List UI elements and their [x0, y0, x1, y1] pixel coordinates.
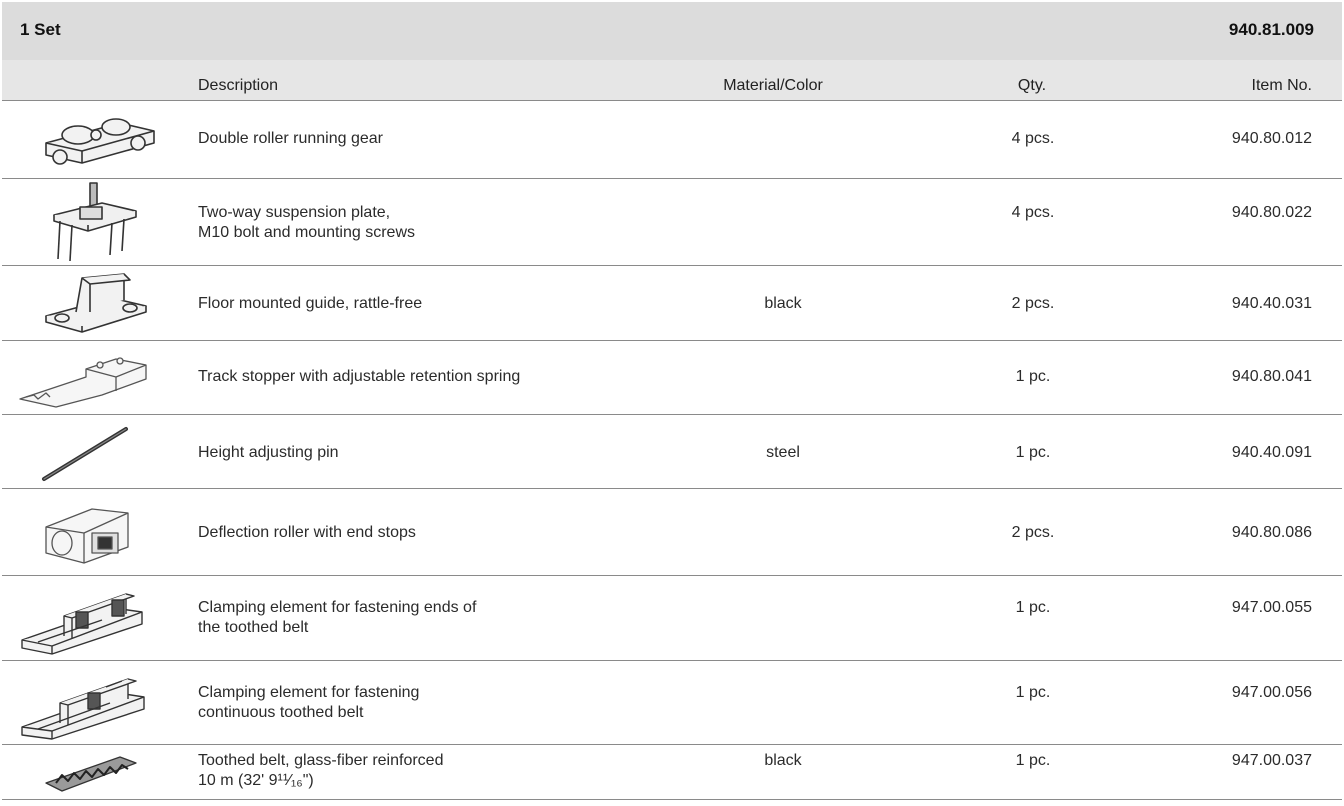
table-row: Clamping element for fastening ends of t…	[2, 576, 1342, 661]
set-title: 1 Set	[20, 20, 61, 39]
column-header-qty: Qty.	[1017, 77, 1047, 94]
description-line-2: M10 bolt and mounting screws	[198, 224, 415, 241]
description-line-1: Double roller running gear	[198, 130, 383, 147]
description-line-1: Floor mounted guide, rattle-free	[198, 295, 423, 312]
description-line-2: the toothed belt	[198, 619, 309, 636]
row-item-no: 940.80.041	[1231, 368, 1312, 385]
column-header-item-no: Item No.	[1251, 77, 1312, 94]
row-qty: 1 pc.	[1015, 752, 1051, 769]
row-material: steel	[766, 444, 800, 461]
row-description: Floor mounted guide, rattle-free	[198, 294, 668, 314]
row-description: Deflection roller with end stops	[198, 523, 668, 543]
parts-list-sheet: 1 Set 940.81.009 Description Material/Co…	[2, 2, 1342, 802]
column-header-row: Description Material/Color Qty. Item No.	[2, 60, 1342, 101]
suspension-plate-icon	[53, 182, 137, 262]
description-line-1: Two-way suspension plate,	[198, 204, 391, 221]
row-material: black	[764, 752, 802, 769]
row-qty: 2 pcs.	[1011, 524, 1055, 541]
row-item-no: 940.80.086	[1231, 524, 1312, 541]
set-number: 940.81.009	[1228, 20, 1314, 39]
row-item-no: 940.80.022	[1231, 204, 1312, 221]
description-line-1: Track stopper with adjustable retention …	[198, 368, 521, 385]
track-stopper-icon	[19, 357, 147, 408]
description-line-1: Deflection roller with end stops	[198, 524, 416, 541]
clamping-element-continuous-icon	[21, 678, 145, 740]
row-qty: 4 pcs.	[1011, 204, 1055, 221]
description-line-2: 10 m (32' 9¹¹⁄₁₆")	[198, 772, 314, 789]
description-line-1: Toothed belt, glass-fiber reinforced	[198, 752, 444, 769]
table-row: Deflection roller with end stops 2 pcs. …	[2, 489, 1342, 576]
table-row: Double roller running gear 4 pcs. 940.80…	[2, 101, 1342, 179]
row-item-no: 940.40.031	[1231, 295, 1312, 312]
row-item-no: 947.00.056	[1231, 684, 1312, 701]
row-material: black	[764, 295, 802, 312]
row-item-no: 940.80.012	[1231, 130, 1312, 147]
row-description: Track stopper with adjustable retention …	[198, 367, 668, 387]
row-qty: 1 pc.	[1015, 599, 1051, 616]
column-header-material: Material/Color	[723, 77, 823, 94]
description-line-1: Height adjusting pin	[198, 444, 339, 461]
row-description: Clamping element for fastening ends of t…	[198, 598, 668, 638]
description-line-2: continuous toothed belt	[198, 704, 364, 721]
floor-guide-icon	[45, 273, 147, 333]
row-item-no: 940.40.091	[1231, 444, 1312, 461]
description-line-1: Clamping element for fastening	[198, 684, 420, 701]
row-qty: 2 pcs.	[1011, 295, 1055, 312]
adjusting-pin-icon	[42, 427, 128, 481]
table-row: Toothed belt, glass-fiber reinforced 10 …	[2, 745, 1342, 800]
description-line-1: Clamping element for fastening ends of	[198, 599, 477, 616]
row-description: Height adjusting pin	[198, 443, 668, 463]
table-row: Height adjusting pin steel 1 pc. 940.40.…	[2, 415, 1342, 489]
row-description: Clamping element for fastening continuou…	[198, 683, 668, 723]
double-roller-running-gear-icon	[45, 118, 155, 165]
row-description: Toothed belt, glass-fiber reinforced 10 …	[198, 751, 668, 791]
row-item-no: 947.00.055	[1231, 599, 1312, 616]
row-description: Two-way suspension plate, M10 bolt and m…	[198, 203, 668, 243]
toothed-belt-icon	[45, 756, 137, 792]
set-header: 1 Set 940.81.009	[2, 2, 1342, 60]
row-item-no: 947.00.037	[1231, 752, 1312, 769]
table-row: Floor mounted guide, rattle-free black 2…	[2, 266, 1342, 341]
row-qty: 4 pcs.	[1011, 130, 1055, 147]
table-row: Two-way suspension plate, M10 bolt and m…	[2, 179, 1342, 266]
column-header-description: Description	[198, 77, 279, 94]
row-qty: 1 pc.	[1015, 444, 1051, 461]
row-qty: 1 pc.	[1015, 368, 1051, 385]
table-row: Track stopper with adjustable retention …	[2, 341, 1342, 415]
deflection-roller-icon	[45, 508, 129, 564]
clamping-element-ends-icon	[21, 593, 143, 655]
row-qty: 1 pc.	[1015, 684, 1051, 701]
table-row: Clamping element for fastening continuou…	[2, 661, 1342, 745]
row-description: Double roller running gear	[198, 129, 668, 149]
